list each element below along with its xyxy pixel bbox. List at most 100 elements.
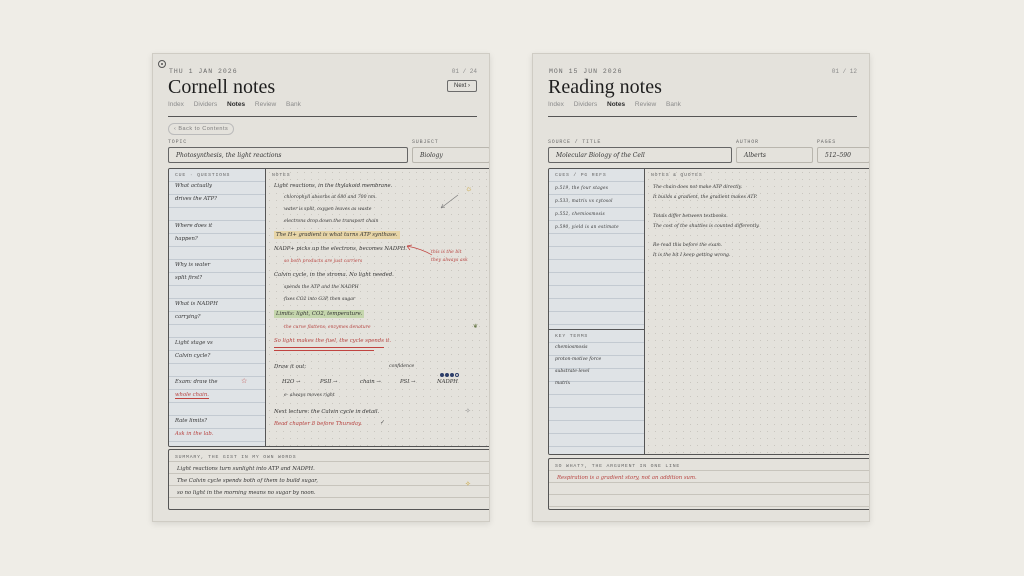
next-button[interactable]: Next ›: [446, 80, 477, 92]
margin-note-2: they always ask: [431, 258, 468, 263]
quote-5: Re-read this before the exam.: [653, 243, 723, 248]
cue-1a: What actually: [175, 183, 213, 189]
cue-6a: Exam: draw the: [175, 379, 218, 385]
key-terms-column: KEY TERMS chemiosmosis proton-motive for…: [549, 329, 645, 454]
tab-index[interactable]: Index: [168, 101, 184, 108]
sparkle-icon: ✧: [465, 408, 471, 415]
ref-2: p.533, matrix vs cytosol: [555, 198, 613, 203]
tab-bar: Index Dividers Notes Review Bank: [168, 101, 309, 108]
page-title: Cornell notes: [168, 76, 276, 98]
tab-bank[interactable]: Bank: [286, 101, 301, 108]
cue-4b: carrying?: [175, 314, 201, 320]
cue-column: CUE · QUESTIONS What actually drives the…: [169, 169, 266, 446]
notes-grid: CUE · QUESTIONS What actually drives the…: [168, 168, 489, 447]
note-line-2: chlorophyll absorbs at 680 and 700 nm.: [284, 195, 377, 200]
summary-box: SUMMARY, THE GIST IN MY OWN WORDS Light …: [168, 449, 489, 510]
cue-5b: Calvin cycle?: [175, 353, 211, 359]
sun-icon: ☼: [465, 184, 473, 193]
note-line-3: water is split, oxygen leaves as waste: [284, 207, 372, 212]
note-line-1: Light reactions, in the thylakoid membra…: [274, 183, 393, 189]
term-4: matrix: [555, 381, 571, 386]
notes-quotes-column: NOTES & QUOTES The chain does not make A…: [645, 169, 869, 454]
leaf-icon: ❦: [473, 324, 479, 330]
pages-field[interactable]: 512–590: [817, 147, 869, 163]
summary-line-2: The Calvin cycle spends both of them to …: [177, 478, 318, 484]
back-to-contents-button[interactable]: ‹ Back to Contents: [168, 123, 235, 135]
note-line-11-highlight: Limits: light, CO2, temperature.: [274, 310, 365, 318]
check-icon: ✓: [380, 420, 386, 426]
header-divider: [168, 116, 477, 117]
so-what-label: SO WHAT?, THE ARGUMENT IN ONE LINE: [555, 464, 681, 469]
notes-quotes-header: NOTES & QUOTES: [651, 173, 703, 178]
tab-bank[interactable]: Bank: [666, 101, 681, 108]
cue-3a: Why is water: [175, 262, 211, 268]
note-line-4: electrons drop down the transport chain: [284, 219, 379, 224]
ref-3: p.552, chemiosmosis: [555, 211, 605, 216]
note-line-5-highlight: The H+ gradient is what turns ATP syntha…: [274, 231, 400, 239]
page-number: 01 / 24: [451, 68, 477, 75]
chain-step-3: chain →: [360, 379, 381, 385]
cue-1b: drives the ATP?: [175, 196, 217, 202]
arrow-annotation: [406, 244, 433, 256]
chain-step-5: NADPH: [437, 379, 458, 385]
star-icon: ☆: [241, 378, 248, 385]
quote-6: It is the bit I keep getting wrong.: [653, 253, 731, 258]
author-label: AUTHOR: [736, 139, 759, 145]
tab-notes[interactable]: Notes: [227, 101, 245, 108]
pages-label: PAGES: [817, 139, 837, 145]
subject-label: SUBJECT: [412, 139, 439, 145]
read-task-note: Read chapter 8 before Thursday.: [274, 421, 362, 427]
next-lecture-note: Next lecture: the Calvin cycle in detail…: [274, 409, 380, 415]
underline-2: [274, 350, 374, 351]
sun-arrow: [440, 194, 459, 209]
term-3: substrate-level: [555, 369, 590, 374]
cue-6b: whole chain.: [175, 392, 209, 399]
page-title: Reading notes: [548, 76, 662, 98]
cue-5a: Light stage vs: [175, 340, 213, 346]
summary-line-1: Light reactions turn sunlight into ATP a…: [177, 466, 315, 472]
topic-field[interactable]: Photosynthesis, the light reactions: [168, 147, 408, 163]
subject-field[interactable]: Biology: [412, 147, 489, 163]
header-divider: [548, 116, 857, 117]
quote-2: It builds a gradient, the gradient makes…: [653, 195, 758, 200]
cue-4a: What is NADPH: [175, 301, 218, 307]
chain-note: e- always moves right: [284, 393, 335, 398]
quote-4: The cost of the shuttles is counted diff…: [653, 224, 760, 229]
tab-review[interactable]: Review: [635, 101, 656, 108]
cue-7a: Rate limits?: [175, 418, 208, 424]
summary-line-3: so no light in the morning means no suga…: [177, 490, 316, 496]
note-line-9: spends the ATP and the NADPH: [284, 285, 359, 290]
tab-dividers[interactable]: Dividers: [574, 101, 597, 108]
topic-label: TOPIC: [168, 139, 188, 145]
note-line-8: Calvin cycle, in the stroma. No light ne…: [274, 272, 394, 278]
cue-refs-column: CUES / PG REFS p.519, the four stages p.…: [549, 169, 645, 329]
reading-notes-page: MON 15 JUN 2026 01 / 12 Reading notes In…: [532, 53, 870, 522]
summary-label: SUMMARY, THE GIST IN MY OWN WORDS: [175, 455, 297, 460]
page-date: THU 1 JAN 2026: [169, 68, 238, 75]
tab-index[interactable]: Index: [548, 101, 564, 108]
confidence-label: confidence: [389, 364, 415, 369]
source-label: SOURCE / TITLE: [548, 139, 602, 145]
note-line-10: fixes CO2 into G3P, then sugar: [284, 297, 356, 302]
so-what-value: Respiration is a gradient story, not an …: [557, 475, 697, 481]
page-menu-icon[interactable]: [158, 60, 166, 68]
tab-review[interactable]: Review: [255, 101, 276, 108]
draw-label: Draw it out:: [274, 364, 307, 370]
cue-2b: happen?: [175, 236, 198, 242]
reading-grid: CUES / PG REFS p.519, the four stages p.…: [548, 168, 869, 455]
cue-2a: Where does it: [175, 223, 213, 229]
quote-1: The chain does not make ATP directly.: [653, 185, 743, 190]
ref-1: p.519, the four stages: [555, 185, 609, 190]
term-2: proton-motive force: [555, 357, 602, 362]
source-field[interactable]: Molecular Biology of the Cell: [548, 147, 732, 163]
quote-3: Totals differ between textbooks.: [653, 214, 728, 219]
chain-step-2: PSII →: [320, 379, 338, 385]
page-date: MON 15 JUN 2026: [549, 68, 623, 75]
cue-7b: Ask in the lab.: [175, 431, 214, 437]
tab-bar: Index Dividers Notes Review Bank: [548, 101, 689, 108]
ref-4: p.590, yield is an estimate: [555, 224, 619, 229]
author-field[interactable]: Alberts: [736, 147, 813, 163]
tab-notes[interactable]: Notes: [607, 101, 625, 108]
tab-dividers[interactable]: Dividers: [194, 101, 217, 108]
note-line-12: the curve flattens, enzymes denature: [284, 325, 371, 330]
